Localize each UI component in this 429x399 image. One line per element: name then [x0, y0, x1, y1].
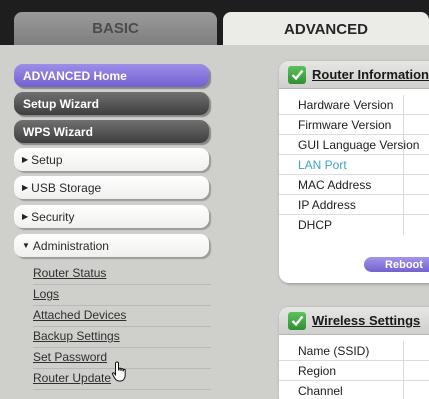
tab-basic[interactable]: BASIC	[14, 12, 217, 45]
row-hardware-version: Hardware Version	[279, 95, 429, 115]
row-dhcp: DHCP	[279, 215, 429, 235]
tab-advanced[interactable]: ADVANCED	[223, 12, 429, 46]
nav-section-usb-storage[interactable]: ▶ USB Storage	[14, 176, 209, 199]
triangle-down-icon: ▼	[22, 241, 30, 250]
router-information-panel: Router Information Hardware Version Firm…	[279, 61, 429, 283]
nav-link-router-status[interactable]: Router Status	[33, 265, 211, 285]
nav-section-usb-storage-label: USB Storage	[31, 180, 102, 195]
nav-advanced-home[interactable]: ADVANCED Home	[14, 64, 209, 87]
nav-wps-wizard[interactable]: WPS Wizard	[14, 120, 209, 143]
nav-section-administration-label: Administration	[32, 238, 109, 253]
wireless-settings-header: Wireless Settings	[279, 307, 429, 335]
router-information-title[interactable]: Router Information	[312, 67, 429, 82]
nav-section-administration[interactable]: ▼ Administration	[14, 234, 209, 257]
triangle-right-icon: ▶	[22, 212, 29, 221]
nav-section-security[interactable]: ▶ Security	[14, 205, 209, 228]
hand-pointer-icon	[111, 361, 126, 382]
checkmark-icon	[288, 311, 306, 330]
nav-setup-wizard[interactable]: Setup Wizard	[14, 92, 209, 115]
reboot-button[interactable]: Reboot	[364, 257, 429, 272]
left-navigation: ADVANCED Home Setup Wizard WPS Wizard ▶ …	[0, 45, 429, 399]
nav-link-attached-devices[interactable]: Attached Devices	[33, 307, 211, 327]
nav-link-logs[interactable]: Logs	[33, 286, 211, 306]
checkmark-icon	[288, 65, 306, 84]
row-ip-address: IP Address	[279, 195, 429, 215]
row-gui-language-version: GUI Language Version	[279, 135, 429, 155]
wireless-settings-panel: Wireless Settings Name (SSID) Region Cha…	[279, 307, 429, 399]
triangle-right-icon: ▶	[22, 155, 29, 164]
nav-section-security-label: Security	[31, 209, 75, 224]
wireless-settings-title[interactable]: Wireless Settings	[312, 313, 420, 328]
nav-link-backup-settings[interactable]: Backup Settings	[33, 328, 211, 348]
nav-section-setup[interactable]: ▶ Setup	[14, 148, 209, 171]
row-mac-address: MAC Address	[279, 175, 429, 195]
triangle-right-icon: ▶	[22, 183, 29, 192]
row-lan-port[interactable]: LAN Port	[279, 155, 429, 175]
row-channel: Channel	[279, 381, 429, 399]
row-firmware-version: Firmware Version	[279, 115, 429, 135]
row-region: Region	[279, 361, 429, 381]
router-information-header: Router Information	[279, 61, 429, 89]
row-name-ssid: Name (SSID)	[279, 341, 429, 361]
nav-section-setup-label: Setup	[31, 152, 63, 167]
